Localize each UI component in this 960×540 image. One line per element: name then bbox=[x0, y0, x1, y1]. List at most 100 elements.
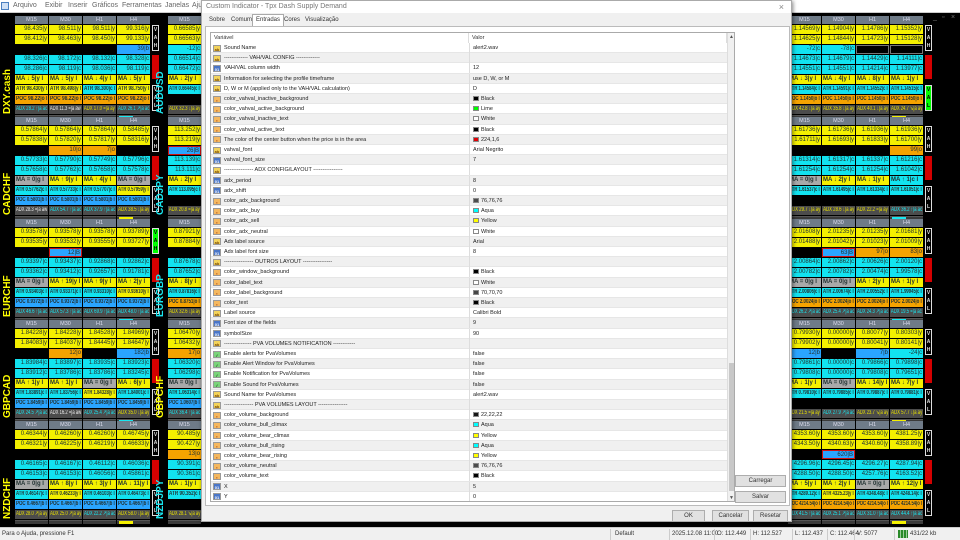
tab-cores[interactable]: Cores bbox=[281, 15, 303, 26]
input-row[interactable]: 01 X 5 bbox=[211, 481, 727, 492]
input-value[interactable]: 224,1,6 bbox=[469, 134, 727, 145]
minimize-icon[interactable]: _ bbox=[933, 14, 937, 21]
input-value[interactable]: White bbox=[469, 114, 727, 125]
input-value[interactable]: false bbox=[469, 359, 727, 370]
color-swatch[interactable] bbox=[473, 198, 479, 203]
input-row[interactable]: ▪ color_vahval_active_background Lime bbox=[211, 104, 727, 115]
input-row[interactable]: ▪ color_volume_bear_climax Yellow bbox=[211, 430, 727, 441]
color-swatch[interactable] bbox=[473, 412, 479, 418]
input-value[interactable]: Yellow bbox=[469, 216, 727, 227]
input-row[interactable]: ▪ color_volume_background 22,22,22 bbox=[211, 410, 727, 421]
restore-icon[interactable]: ▫ bbox=[942, 14, 944, 21]
tab-visualizacao[interactable]: Visualização bbox=[302, 15, 342, 26]
input-value[interactable]: alert2.wav bbox=[469, 43, 727, 53]
input-row[interactable]: ab ---------------- OUTROS LAYOUT -------… bbox=[211, 257, 727, 268]
input-row[interactable]: ▪ color_adx_sell Yellow bbox=[211, 216, 727, 227]
input-value[interactable]: 0 bbox=[469, 491, 727, 501]
input-row[interactable]: 01 symbolSize 90 bbox=[211, 328, 727, 339]
color-swatch[interactable] bbox=[473, 453, 479, 458]
input-value[interactable]: White bbox=[469, 226, 727, 237]
input-row[interactable]: ▪ color_volume_bull_climax Aqua bbox=[211, 420, 727, 431]
input-row[interactable]: ab vahval_font Arial Negrito bbox=[211, 145, 727, 156]
color-swatch[interactable] bbox=[473, 463, 479, 469]
scroll-down-icon[interactable]: ▼ bbox=[729, 495, 734, 501]
input-row[interactable]: ▪ color_volume_text Black bbox=[211, 471, 727, 482]
input-value[interactable] bbox=[469, 257, 727, 268]
scrollbar-thumb[interactable] bbox=[729, 363, 734, 491]
input-value[interactable]: false bbox=[469, 349, 727, 359]
input-value[interactable]: 12 bbox=[469, 63, 727, 74]
input-row[interactable]: ▪ The color of the center button when the… bbox=[211, 134, 727, 145]
input-value[interactable]: false bbox=[469, 379, 727, 390]
input-value[interactable]: Yellow bbox=[469, 451, 727, 461]
input-value[interactable]: Black bbox=[469, 94, 727, 104]
input-row[interactable]: ab Sound Name for PvaVolumes alert2.wav bbox=[211, 389, 727, 400]
color-swatch[interactable] bbox=[473, 432, 479, 438]
input-row[interactable]: ▪ color_window_background Black bbox=[211, 267, 727, 278]
input-value[interactable]: Black bbox=[469, 298, 727, 308]
color-swatch[interactable] bbox=[473, 279, 479, 285]
input-row[interactable]: ▪ color_label_text White bbox=[211, 277, 727, 288]
input-value[interactable]: 70,70,70 bbox=[469, 287, 727, 298]
input-value[interactable] bbox=[469, 338, 727, 349]
input-row[interactable]: ab Label source Calibri Bold bbox=[211, 308, 727, 319]
input-row[interactable]: ▪ color_vahval_active_text Black bbox=[211, 124, 727, 135]
color-swatch[interactable] bbox=[473, 300, 479, 305]
cancel-button[interactable]: Cancelar bbox=[712, 510, 749, 522]
input-row[interactable]: ab ---------------- ADX CONFIG/LAYOUT ---… bbox=[211, 165, 727, 176]
color-swatch[interactable] bbox=[473, 96, 479, 101]
input-row[interactable]: ✓ Enable Alert Window for PvaVolumes false bbox=[211, 359, 727, 370]
input-value[interactable]: Calibri Bold bbox=[469, 308, 727, 319]
color-swatch[interactable] bbox=[473, 208, 479, 214]
input-value[interactable]: 76,76,76 bbox=[469, 196, 727, 206]
save-button[interactable]: Salvar bbox=[735, 491, 786, 503]
input-row[interactable]: ✓ Enable Notification for PvaVolumes false bbox=[211, 369, 727, 380]
color-swatch[interactable] bbox=[473, 126, 479, 132]
tab-sobre[interactable]: Sobre bbox=[206, 15, 228, 26]
input-value[interactable]: 8 bbox=[469, 175, 727, 186]
input-row[interactable]: ▪ color_volume_neutral 76,76,76 bbox=[211, 461, 727, 472]
input-row[interactable]: ab Information for selecting the profile … bbox=[211, 73, 727, 84]
input-row[interactable]: 01 VAH/VAL column width 12 bbox=[211, 63, 727, 74]
input-value[interactable]: 8 bbox=[469, 247, 727, 257]
menu-arquivo[interactable]: Arquivo bbox=[13, 2, 37, 9]
color-swatch[interactable] bbox=[473, 473, 479, 479]
color-swatch[interactable] bbox=[473, 116, 479, 122]
input-value[interactable]: Aqua bbox=[469, 440, 727, 451]
menu-janelas[interactable]: Janelas bbox=[165, 2, 189, 9]
dialog-close-icon[interactable]: × bbox=[779, 2, 784, 12]
input-value[interactable]: 7 bbox=[469, 155, 727, 166]
input-value[interactable]: Black bbox=[469, 471, 727, 482]
input-row[interactable]: 01 vahval_font_size 7 bbox=[211, 155, 727, 166]
color-swatch[interactable] bbox=[473, 269, 479, 275]
color-swatch[interactable] bbox=[473, 422, 479, 428]
table-scrollbar[interactable]: ▲ ▼ bbox=[727, 33, 734, 501]
color-swatch[interactable] bbox=[473, 106, 479, 112]
load-button[interactable]: Carregar bbox=[735, 475, 786, 487]
tab-comum[interactable]: Comum bbox=[228, 15, 255, 26]
input-value[interactable]: 9 bbox=[469, 318, 727, 329]
input-value[interactable]: 5 bbox=[469, 481, 727, 492]
input-value[interactable]: Aqua bbox=[469, 420, 727, 431]
reset-button[interactable]: Resetar bbox=[753, 510, 788, 522]
input-value[interactable]: use D, W, or M bbox=[469, 73, 727, 84]
input-row[interactable]: 01 Adx label font size 8 bbox=[211, 247, 727, 258]
ok-button[interactable]: OK bbox=[672, 510, 705, 522]
input-row[interactable]: ▪ color_adx_background 76,76,76 bbox=[211, 196, 727, 207]
input-value[interactable]: alert2.wav bbox=[469, 389, 727, 400]
input-row[interactable]: ▪ color_text Black bbox=[211, 298, 727, 309]
input-value[interactable] bbox=[469, 400, 727, 410]
menu-ferramentas[interactable]: Ferramentas bbox=[122, 2, 162, 9]
menu-exibir[interactable]: Exibir bbox=[45, 2, 63, 9]
color-swatch[interactable] bbox=[473, 228, 479, 234]
input-row[interactable]: ✓ Enable alerts for PvaVolumes false bbox=[211, 349, 727, 360]
input-value[interactable] bbox=[469, 165, 727, 176]
input-row[interactable]: ab Sound Name alert2.wav bbox=[211, 43, 727, 54]
menu-graficos[interactable]: Gráficos bbox=[92, 2, 118, 9]
input-value[interactable]: 90 bbox=[469, 328, 727, 339]
input-value[interactable]: Yellow bbox=[469, 430, 727, 441]
input-row[interactable]: ▪ color_volume_bull_rising Aqua bbox=[211, 440, 727, 451]
input-value[interactable]: false bbox=[469, 369, 727, 380]
input-value[interactable]: Aqua bbox=[469, 206, 727, 217]
input-value[interactable]: 22,22,22 bbox=[469, 410, 727, 421]
